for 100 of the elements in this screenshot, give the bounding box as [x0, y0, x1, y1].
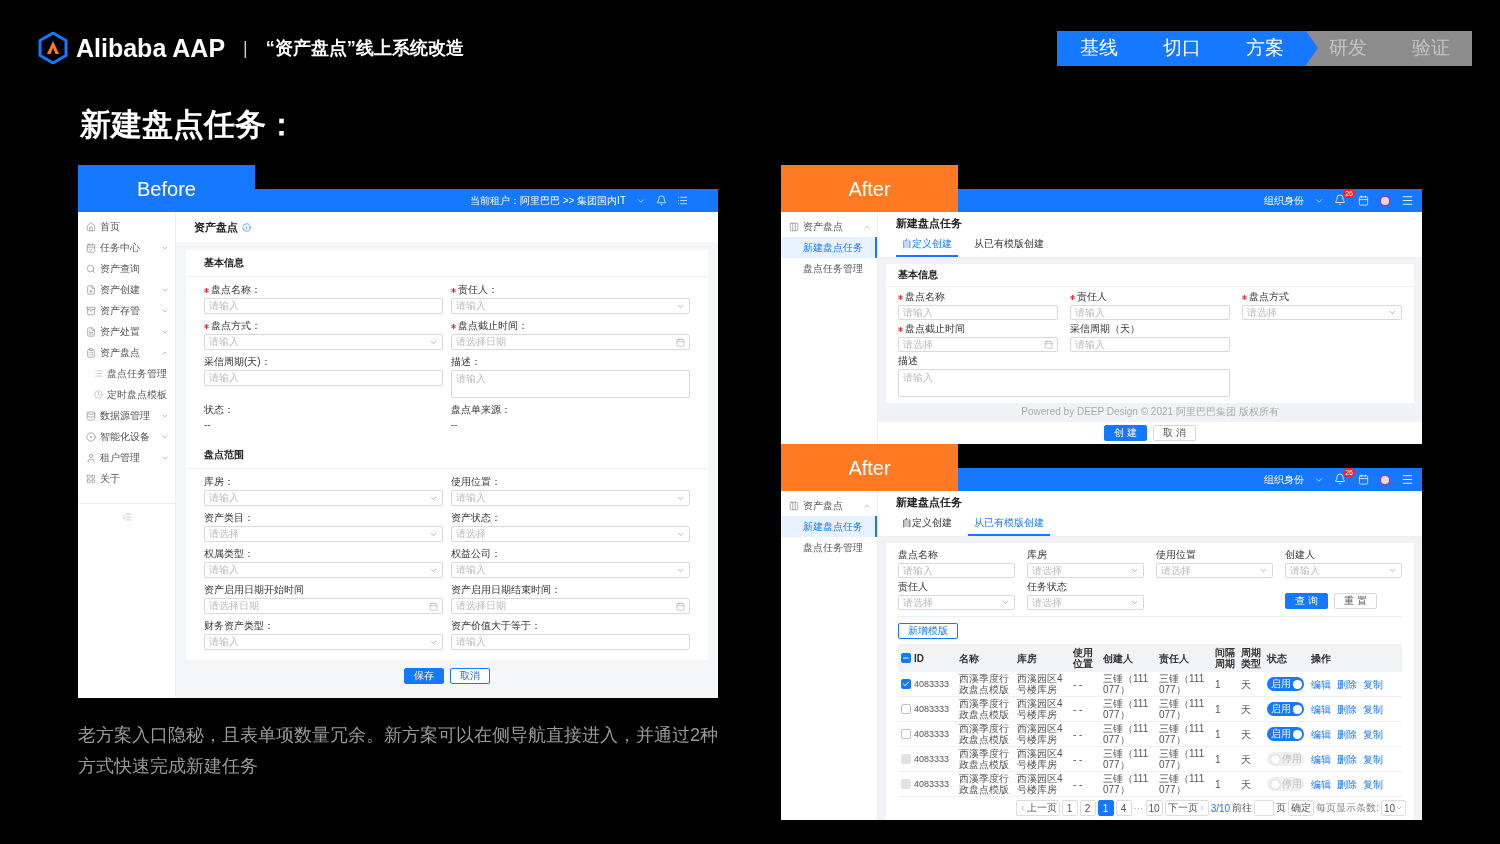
create-button[interactable]: 创 建 [1104, 425, 1147, 441]
sidebar-item[interactable]: 资产查询 [78, 258, 175, 279]
table-cell: 西溪园区4号楼库房 [1014, 721, 1070, 747]
sidebar-item[interactable]: 租户管理 [78, 447, 175, 468]
table-cell: 1 [1212, 672, 1238, 697]
column-header: 使用位置 [1070, 644, 1100, 672]
sidebar-item[interactable]: 资产盘点 [781, 216, 877, 237]
field-label: 状态： [204, 404, 234, 416]
action-link[interactable]: 编辑 [1311, 678, 1331, 690]
status-toggle[interactable]: 启用 [1267, 727, 1304, 741]
calendar-icon [676, 601, 685, 611]
search-icon [86, 263, 96, 274]
field-label: 责任人 [898, 581, 928, 593]
list-icon [677, 195, 688, 206]
sidebar-item[interactable]: 智能化设备 [78, 426, 175, 447]
table-cell: 天 [1238, 672, 1264, 697]
sidebar-item[interactable]: 任务中心 [78, 237, 175, 258]
field-value: -- [451, 418, 459, 432]
page-button[interactable]: 4 [1115, 800, 1132, 816]
sidebar-item[interactable]: 盘点任务管理 [78, 363, 175, 384]
page-button[interactable]: 1 [1097, 800, 1114, 816]
table-cell: 三锤（111077） [1100, 672, 1156, 697]
confirm-button[interactable]: 确定 [1288, 800, 1315, 816]
columns-icon [789, 221, 799, 232]
cancel-button[interactable]: 取消 [450, 668, 490, 684]
avatar[interactable] [1379, 194, 1391, 207]
user-icon [86, 452, 96, 463]
collapse-icon [121, 512, 132, 522]
tab[interactable]: 从已有模版创建 [968, 234, 1050, 257]
document-icon [86, 326, 96, 337]
action-link[interactable]: 复制 [1363, 703, 1383, 715]
field-label: 盘点方式 [1249, 291, 1289, 303]
sidebar-item[interactable]: 盘点任务管理 [781, 258, 877, 279]
table-cell: 三锤（111077） [1156, 696, 1212, 722]
field-label: 资产类目： [204, 512, 254, 524]
page-input[interactable] [1254, 800, 1275, 816]
action-link[interactable]: 复制 [1363, 728, 1383, 740]
action-link[interactable]: 编辑 [1311, 728, 1331, 740]
sidebar-item[interactable]: 资产盘点 [781, 495, 877, 516]
org-switcher[interactable]: 组织身份 [1264, 472, 1304, 487]
field-label: 库房： [204, 476, 234, 488]
checkbox[interactable] [901, 653, 911, 663]
table-cell: 西溪园区4号楼库房 [1014, 672, 1070, 697]
sidebar-item[interactable]: 资产存管 [78, 300, 175, 321]
status-toggle[interactable]: 启用 [1267, 677, 1304, 691]
checkbox[interactable] [901, 729, 911, 739]
action-link[interactable]: 编辑 [1311, 703, 1331, 715]
page-size-select[interactable]: 10 [1380, 800, 1406, 816]
sidebar-item[interactable]: 资产创建 [78, 279, 175, 300]
action-link[interactable]: 删除 [1337, 703, 1357, 715]
next-page-button[interactable]: 下一页 [1164, 800, 1209, 816]
sidebar-item[interactable]: 新建盘点任务 [781, 237, 877, 258]
page-unit: 页 [1276, 801, 1287, 815]
page-button[interactable]: 2 [1079, 800, 1096, 816]
page-summary: 3/10 [1210, 802, 1231, 814]
page-size-label: 每页显示条数: [1316, 801, 1379, 815]
org-switcher[interactable]: 组织身份 [1264, 193, 1304, 208]
checkbox[interactable] [901, 704, 911, 714]
status-toggle[interactable]: 启用 [1267, 702, 1304, 716]
search-button[interactable]: 查 询 [1285, 593, 1328, 609]
action-link[interactable]: 删除 [1337, 728, 1357, 740]
project-title: “资产盘点”线上系统改造 [265, 37, 464, 60]
column-header: ID [898, 644, 956, 672]
table-cell: 三锤（111077） [1156, 672, 1212, 697]
field-label: 资产价值大于等于： [451, 620, 541, 632]
tenant-name[interactable]: 当前租户：阿里巴巴 >> 集团国内IT [469, 193, 626, 208]
page-button[interactable]: 10 [1145, 800, 1163, 816]
sidebar-item[interactable]: 新建盘点任务 [781, 516, 877, 537]
add-template-button[interactable]: 新增模版 [898, 623, 958, 639]
table-cell: - - [1070, 721, 1100, 747]
field-label: 资产状态： [451, 512, 501, 524]
previous-page-button[interactable]: 上一页 [1015, 800, 1060, 816]
reset-button[interactable]: 重 置 [1333, 593, 1377, 609]
tab[interactable]: 自定义创建 [896, 234, 958, 257]
save-button[interactable]: 保存 [404, 668, 444, 684]
sidebar-item[interactable]: 资产盘点 [78, 342, 175, 363]
sidebar-item[interactable]: 盘点任务管理 [781, 537, 877, 558]
calendar-check-icon [86, 242, 96, 253]
table-cell: 天 [1238, 721, 1264, 747]
table-cell: 4083333 [914, 703, 950, 715]
after-label: After [781, 444, 958, 491]
calendar-icon [1044, 340, 1053, 349]
field-label: 描述： [451, 356, 481, 368]
sidebar-item[interactable]: 数据源管理 [78, 405, 175, 426]
tab[interactable]: 从已有模版创建 [968, 513, 1050, 536]
action-link[interactable]: 复制 [1363, 678, 1383, 690]
sidebar-item[interactable]: 资产处置 [78, 321, 175, 342]
cancel-button[interactable]: 取 消 [1153, 425, 1196, 441]
sidebar-item[interactable]: 关于 [78, 468, 175, 489]
action-link[interactable]: 删除 [1337, 678, 1357, 690]
page-button[interactable]: 1 [1061, 800, 1078, 816]
table-cell: - - [1070, 696, 1100, 722]
checkbox[interactable] [901, 679, 911, 689]
sidebar-item[interactable]: 首页 [78, 216, 175, 237]
tab[interactable]: 自定义创建 [896, 513, 958, 536]
field-label: 盘点名称 [898, 549, 938, 561]
field-label: 盘点单来源： [451, 404, 511, 416]
sidebar-item[interactable]: 定时盘点模板 [78, 384, 175, 405]
section-title: 盘点范围 [186, 442, 708, 469]
avatar[interactable] [1379, 473, 1391, 486]
